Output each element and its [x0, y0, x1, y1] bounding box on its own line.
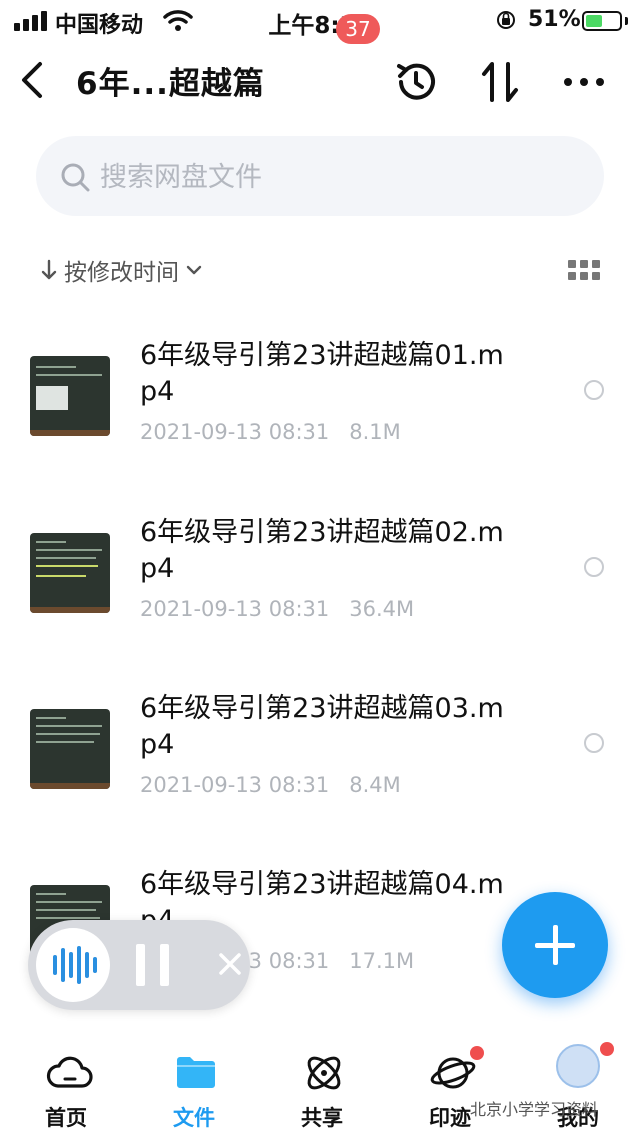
audio-wave-icon[interactable] — [36, 928, 110, 1002]
tab-home[interactable]: 首页 — [6, 1030, 126, 1136]
battery-cap — [625, 17, 628, 25]
file-name: 6年级导引第23讲超越篇01.mp4 — [140, 340, 504, 407]
sort-down-arrow-icon — [41, 259, 57, 280]
file-date: 2021-09-13 08:31 — [140, 773, 330, 797]
file-meta: 2021-09-13 08:31 36.4M — [140, 597, 414, 621]
orbit-icon — [307, 1056, 341, 1090]
tab-files[interactable]: 文件 — [134, 1030, 254, 1136]
select-radio[interactable] — [584, 557, 604, 577]
watermark-text: 北京小学学习资料 — [470, 1100, 599, 1119]
close-icon[interactable] — [216, 950, 244, 978]
file-row[interactable]: 6年级导引第23讲超越篇02.mp4 2021-09-13 08:31 36.4M — [0, 517, 640, 683]
tab-trace[interactable]: 印迹 — [390, 1030, 510, 1136]
sort-selector[interactable]: 按修改时间 — [40, 250, 203, 290]
file-size: 8.4M — [349, 773, 401, 797]
planet-icon — [430, 1057, 476, 1089]
file-date: 2021-09-13 08:31 — [140, 597, 330, 621]
tab-label: 文件 — [173, 1106, 215, 1130]
file-date: 2021-09-13 08:31 — [140, 420, 330, 444]
video-thumbnail — [30, 533, 110, 613]
battery-charging-icon — [582, 11, 622, 31]
file-row[interactable]: 6年级导引第23讲超越篇01.mp4 2021-09-13 08:31 8.1M — [0, 340, 640, 506]
file-row[interactable]: 6年级导引第23讲超越篇03.mp4 2021-09-13 08:31 8.4M — [0, 693, 640, 859]
chevron-down-icon — [186, 265, 202, 275]
video-thumbnail — [30, 709, 110, 789]
video-thumbnail — [30, 356, 110, 436]
tab-share[interactable]: 共享 — [262, 1030, 382, 1136]
select-radio[interactable] — [584, 380, 604, 400]
orientation-lock-icon — [497, 11, 515, 29]
tab-label: 首页 — [45, 1106, 87, 1130]
notification-dot — [600, 1042, 614, 1056]
search-icon — [61, 163, 90, 192]
mini-player[interactable] — [28, 920, 250, 1010]
back-icon[interactable] — [14, 58, 54, 102]
select-radio[interactable] — [584, 733, 604, 753]
file-size: 36.4M — [349, 597, 415, 621]
search-input[interactable] — [98, 154, 582, 200]
share-badge: 37 — [336, 14, 380, 44]
sort-label: 按修改时间 — [64, 260, 179, 286]
add-button[interactable] — [502, 892, 608, 998]
file-name: 6年级导引第23讲超越篇03.mp4 — [140, 693, 504, 760]
file-meta: 2021-09-13 08:31 8.4M — [140, 773, 401, 797]
cloud-icon — [46, 1056, 93, 1088]
file-meta: 2021-09-13 08:31 8.1M — [140, 420, 401, 444]
history-icon[interactable] — [392, 58, 440, 106]
tab-bar: 首页 文件 共享 印迹 我的 — [0, 1030, 640, 1136]
sort-arrows-icon[interactable] — [476, 58, 524, 106]
grid-view-icon[interactable] — [568, 260, 600, 280]
folder-icon — [177, 1057, 215, 1088]
notification-dot — [470, 1046, 484, 1060]
more-icon[interactable] — [560, 58, 608, 106]
avatar-icon[interactable] — [556, 1044, 600, 1088]
search-bar[interactable] — [36, 136, 604, 216]
file-size: 8.1M — [349, 420, 401, 444]
file-name: 6年级导引第23讲超越篇02.mp4 — [140, 517, 504, 584]
tab-label: 共享 — [301, 1106, 343, 1130]
status-bar: 中国移动 上午8:36 51% — [0, 0, 640, 44]
file-size: 17.1M — [349, 949, 415, 973]
battery-percent: 51% — [528, 7, 581, 32]
page-title: 6年...超越篇 — [76, 66, 265, 102]
